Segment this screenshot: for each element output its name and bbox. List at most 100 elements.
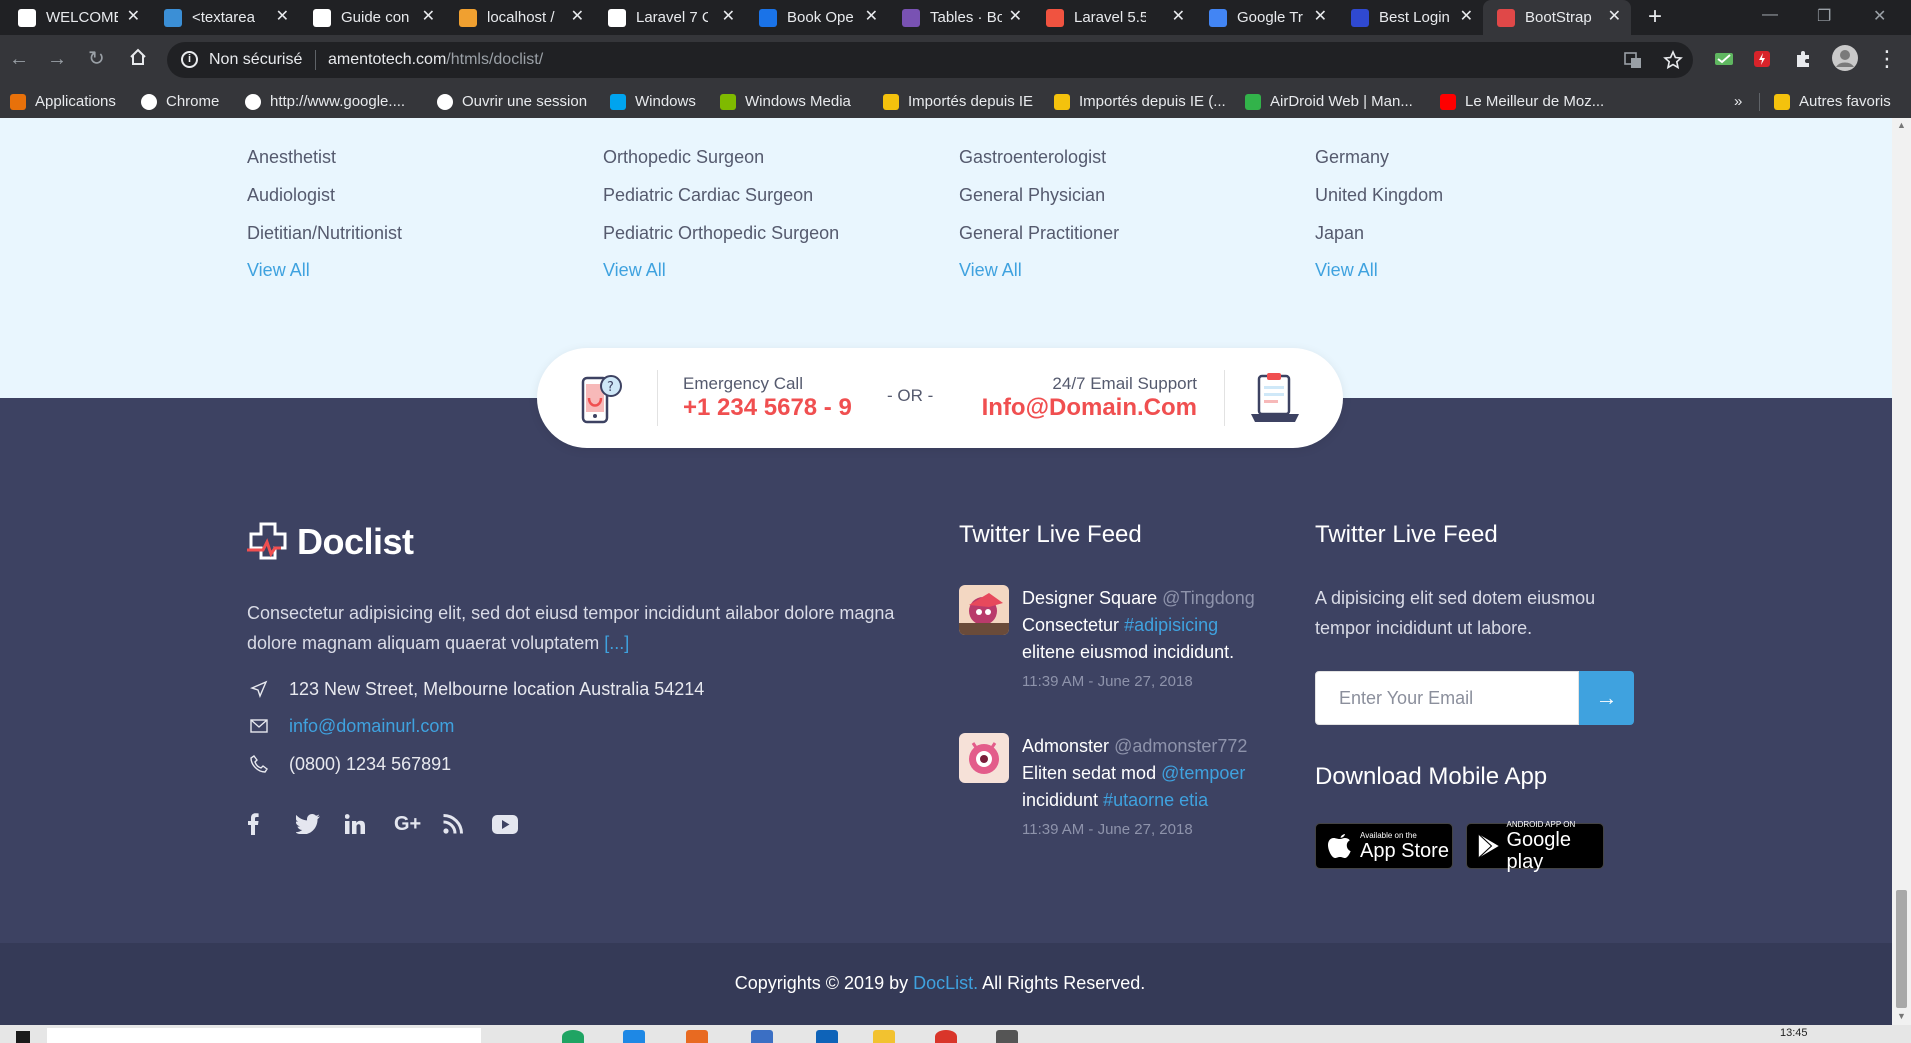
bookmark-item[interactable]: Importés depuis IE xyxy=(883,85,1033,118)
browser-tab[interactable]: Book Ope ✕ xyxy=(745,0,888,35)
address-bar[interactable]: i Non sécurisé amentotech.com/htmls/docl… xyxy=(167,42,1693,78)
taskbar-app-icon[interactable] xyxy=(996,1030,1018,1043)
newsletter-submit-button[interactable]: → xyxy=(1579,671,1634,725)
twitter-icon[interactable] xyxy=(296,811,345,837)
page-scrollbar[interactable]: ▲ ▼ xyxy=(1892,118,1911,1025)
read-more-link[interactable]: [...] xyxy=(604,633,629,653)
listing-item[interactable]: Japan xyxy=(1315,214,1443,252)
listing-item[interactable]: Anesthetist xyxy=(247,138,402,176)
taskbar-app-icon[interactable] xyxy=(562,1030,584,1043)
taskbar-app-icon[interactable] xyxy=(873,1030,895,1043)
restore-button[interactable]: ❐ xyxy=(1817,6,1831,26)
tweet-handle[interactable]: @Tingdong xyxy=(1162,588,1255,608)
tweet-handle[interactable]: @admonster772 xyxy=(1114,736,1247,756)
bookmark-item[interactable]: Applications xyxy=(10,85,116,118)
tweet-avatar[interactable] xyxy=(959,733,1009,783)
newsletter-email-input[interactable] xyxy=(1315,671,1579,725)
bookmark-item[interactable]: Ouvrir une session xyxy=(437,85,587,118)
tweet-author[interactable]: Designer Square xyxy=(1022,588,1157,608)
listing-item[interactable]: Pediatric Orthopedic Surgeon xyxy=(603,214,839,252)
browser-tab[interactable]: localhost / ✕ xyxy=(445,0,594,35)
close-tab-icon[interactable]: ✕ xyxy=(865,8,878,26)
taskbar-app-icon[interactable] xyxy=(935,1030,957,1043)
listing-item[interactable]: Audiologist xyxy=(247,176,402,214)
bookmark-item[interactable]: AirDroid Web | Man... xyxy=(1245,85,1413,118)
listing-item[interactable]: Orthopedic Surgeon xyxy=(603,138,839,176)
other-bookmarks[interactable]: Autres favoris xyxy=(1774,85,1891,118)
extensions-puzzle-icon[interactable] xyxy=(1793,49,1813,69)
listing-item[interactable]: General Practitioner xyxy=(959,214,1119,252)
taskbar-app-icon[interactable] xyxy=(751,1030,773,1043)
browser-tab[interactable]: Google Tr ✕ xyxy=(1195,0,1337,35)
bookmark-item[interactable]: Windows Media xyxy=(720,85,851,118)
translate-icon[interactable] xyxy=(1623,50,1643,70)
bookmark-star-icon[interactable] xyxy=(1663,50,1683,70)
bookmark-item[interactable]: Chrome xyxy=(141,85,219,118)
app-store-button[interactable]: Available on the App Store xyxy=(1315,823,1453,869)
close-tab-icon[interactable]: ✕ xyxy=(1009,8,1022,26)
bookmark-item[interactable]: Importés depuis IE (... xyxy=(1054,85,1226,118)
taskbar-app-icon[interactable] xyxy=(686,1030,708,1043)
info-icon[interactable]: i xyxy=(181,51,198,68)
browser-tab[interactable]: Tables · Bo ✕ xyxy=(888,0,1032,35)
listing-item[interactable]: Germany xyxy=(1315,138,1443,176)
browser-tab[interactable]: Laravel 7 C ✕ xyxy=(594,0,745,35)
browser-tab[interactable]: BootStrap ✕ xyxy=(1483,0,1631,35)
home-button[interactable] xyxy=(128,47,148,73)
facebook-icon[interactable] xyxy=(247,811,296,837)
browser-tab[interactable]: Laravel 5.5 ✕ xyxy=(1032,0,1195,35)
scroll-up-icon[interactable]: ▲ xyxy=(1897,120,1906,130)
scrollbar-thumb[interactable] xyxy=(1896,890,1907,1008)
tweet-author[interactable]: Admonster xyxy=(1022,736,1109,756)
close-tab-icon[interactable]: ✕ xyxy=(1172,8,1185,26)
browser-menu-button[interactable]: ⋮ xyxy=(1876,47,1898,71)
rss-icon[interactable] xyxy=(443,811,492,837)
taskbar-app-icon[interactable] xyxy=(623,1030,645,1043)
view-all-link[interactable]: View All xyxy=(603,252,839,288)
new-tab-button[interactable]: + xyxy=(1648,4,1662,30)
view-all-link[interactable]: View All xyxy=(959,252,1119,288)
extension-flash-icon[interactable] xyxy=(1752,49,1772,69)
close-tab-icon[interactable]: ✕ xyxy=(571,8,584,26)
close-window-button[interactable]: ✕ xyxy=(1873,6,1886,26)
bookmark-item[interactable]: Le Meilleur de Moz... xyxy=(1440,85,1604,118)
browser-tab[interactable]: Best Login ✕ xyxy=(1337,0,1483,35)
listing-item[interactable]: United Kingdom xyxy=(1315,176,1443,214)
windows-start-icon[interactable] xyxy=(16,1031,30,1043)
close-tab-icon[interactable]: ✕ xyxy=(1608,8,1621,26)
browser-tab[interactable]: Guide con ✕ xyxy=(299,0,445,35)
taskbar-search-box[interactable] xyxy=(47,1028,481,1043)
browser-tab[interactable]: WELCOME ✕ xyxy=(4,0,150,35)
bookmarks-overflow-button[interactable]: » xyxy=(1734,85,1742,118)
minimize-button[interactable]: — xyxy=(1762,6,1778,24)
brand-link[interactable]: DocList. xyxy=(913,973,978,993)
tweet-mention[interactable]: @tempoer xyxy=(1161,763,1245,783)
taskbar-clock[interactable]: 13:45 xyxy=(1780,1027,1808,1039)
close-tab-icon[interactable]: ✕ xyxy=(1314,8,1327,26)
close-tab-icon[interactable]: ✕ xyxy=(127,8,140,26)
close-tab-icon[interactable]: ✕ xyxy=(276,8,289,26)
emergency-phone[interactable]: +1 234 5678 - 9 xyxy=(683,394,852,422)
footer-logo[interactable]: Doclist xyxy=(247,521,414,563)
google-plus-icon[interactable]: G+ xyxy=(394,811,443,837)
profile-avatar[interactable] xyxy=(1832,45,1858,71)
youtube-icon[interactable] xyxy=(492,811,541,837)
bookmark-item[interactable]: http://www.google.... xyxy=(245,85,405,118)
bookmark-item[interactable]: Windows xyxy=(610,85,696,118)
taskbar-app-icon[interactable] xyxy=(816,1030,838,1043)
close-tab-icon[interactable]: ✕ xyxy=(422,8,435,26)
reload-button[interactable]: ↻ xyxy=(88,47,105,71)
close-tab-icon[interactable]: ✕ xyxy=(1460,8,1473,26)
tweet-avatar[interactable] xyxy=(959,585,1009,635)
listing-item[interactable]: Pediatric Cardiac Surgeon xyxy=(603,176,839,214)
close-tab-icon[interactable]: ✕ xyxy=(722,8,735,26)
extension-mail-icon[interactable] xyxy=(1714,49,1734,69)
listing-item[interactable]: Dietitian/Nutritionist xyxy=(247,214,402,252)
listing-item[interactable]: General Physician xyxy=(959,176,1119,214)
email-link[interactable]: info@domainurl.com xyxy=(289,716,454,737)
support-email[interactable]: Info@Domain.Com xyxy=(982,394,1197,422)
tweet-hashtag[interactable]: #utaorne etia xyxy=(1103,790,1208,810)
back-button[interactable]: ← xyxy=(9,47,29,71)
view-all-link[interactable]: View All xyxy=(247,252,402,288)
forward-button[interactable]: → xyxy=(47,47,67,71)
